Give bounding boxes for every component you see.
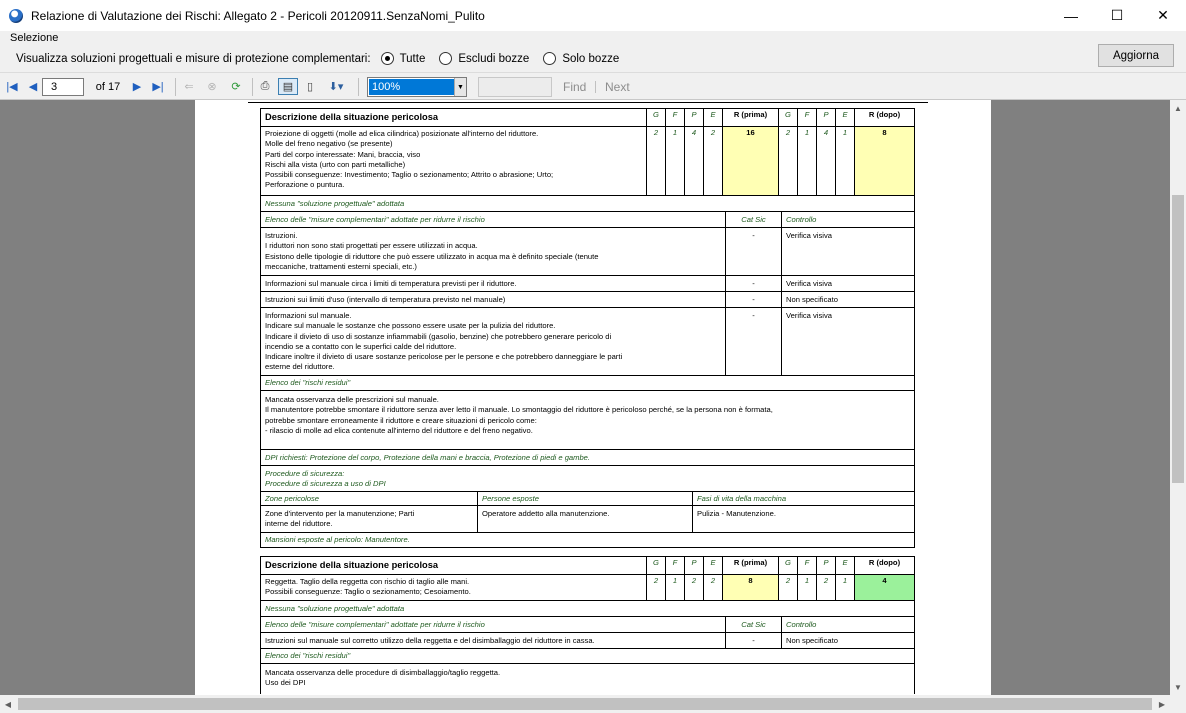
safety-procedures: Procedure di sicurezza: Procedure di sic… (265, 469, 386, 489)
dpi-required: DPI richiesti: Protezione del corpo, Pro… (265, 453, 591, 462)
radio-selected-icon (380, 52, 394, 65)
refresh-icon[interactable]: ⟳ (228, 78, 244, 95)
first-page-icon[interactable]: |◀ (5, 78, 19, 95)
title-bar: Relazione di Valutazione dei Rischi: All… (0, 0, 1186, 31)
vertical-scroll-thumb[interactable] (1172, 195, 1184, 483)
exposed-roles: Mansioni esposte al pericolo: Manutentor… (265, 535, 410, 544)
hazard-description: Proiezione di oggetti (molle ad elica ci… (261, 127, 647, 195)
menu-selezione[interactable]: Selezione (10, 31, 58, 45)
radio-escludi-bozze[interactable]: Escludi bozze (439, 52, 529, 65)
find-button[interactable]: Find (563, 80, 586, 94)
horizontal-scrollbar[interactable]: ◀ ▶ (0, 695, 1170, 713)
zoom-select[interactable]: 100% ▼ (367, 77, 467, 97)
export-icon[interactable]: ⬇▾ (324, 78, 348, 95)
window-title: Relazione di Valutazione dei Rischi: All… (31, 8, 485, 23)
menu-bar: Selezione (0, 31, 1186, 45)
page-setup-icon[interactable]: ▯ (302, 78, 318, 95)
minimize-button[interactable]: — (1048, 0, 1094, 31)
filter-bar: Visualizza soluzioni progettuali e misur… (0, 45, 1186, 72)
residual-risks: Mancata osservanza delle procedure di di… (265, 668, 501, 688)
radio-empty-icon (543, 52, 557, 65)
vertical-scrollbar[interactable]: ▲ ▼ (1170, 100, 1186, 695)
next-page-icon[interactable]: ▶ (131, 78, 143, 95)
last-page-icon[interactable]: ▶| (151, 78, 165, 95)
app-icon (9, 8, 23, 23)
radio-solo-bozze[interactable]: Solo bozze (543, 52, 619, 65)
hazard-block-2: Descrizione della situazione pericolosa … (260, 556, 915, 694)
print-layout-icon[interactable]: ▤ (278, 78, 298, 95)
scroll-corner (1170, 695, 1186, 713)
filter-label: Visualizza soluzioni progettuali e misur… (16, 52, 371, 65)
stop-icon[interactable]: ⊗ (205, 78, 219, 95)
hazard-description: Reggetta. Taglio della reggetta con risc… (261, 575, 647, 600)
chevron-down-icon[interactable]: ▼ (454, 78, 466, 96)
radio-empty-icon (439, 52, 453, 65)
horizontal-scroll-thumb[interactable] (18, 698, 1152, 710)
next-button[interactable]: Next (605, 80, 630, 94)
report-page: Descrizione della situazione pericolosa … (195, 100, 991, 695)
risk-after: 4 (855, 575, 914, 600)
report-toolbar: |◀ ◀ 3 of 17 ▶ ▶| ⇐ ⊗ ⟳ ⎙ ▤ ▯ ⬇▾ 100% ▼ … (0, 72, 1186, 100)
radio-tutte[interactable]: Tutte (380, 52, 425, 65)
close-button[interactable]: ✕ (1140, 0, 1186, 31)
scroll-up-icon[interactable]: ▲ (1170, 100, 1186, 116)
page-number-input[interactable]: 3 (42, 78, 84, 96)
maximize-button[interactable]: ☐ (1094, 0, 1140, 31)
risk-after: 8 (855, 127, 914, 195)
report-viewer: Descrizione della situazione pericolosa … (0, 100, 1170, 695)
print-icon[interactable]: ⎙ (257, 78, 273, 95)
hazard-block-1: Descrizione della situazione pericolosa … (260, 108, 915, 548)
scroll-left-icon[interactable]: ◀ (0, 696, 16, 712)
page-count: of 17 (95, 80, 121, 93)
previous-page-icon[interactable]: ◀ (27, 78, 39, 95)
scroll-down-icon[interactable]: ▼ (1170, 679, 1186, 695)
risk-before: 16 (723, 127, 779, 195)
residual-risks: Mancata osservanza delle prescrizioni su… (265, 395, 773, 435)
back-icon[interactable]: ⇐ (182, 78, 196, 95)
risk-before: 8 (723, 575, 779, 600)
find-input[interactable] (478, 77, 552, 97)
scroll-right-icon[interactable]: ▶ (1154, 696, 1170, 712)
aggiorna-button[interactable]: Aggiorna (1098, 44, 1174, 67)
